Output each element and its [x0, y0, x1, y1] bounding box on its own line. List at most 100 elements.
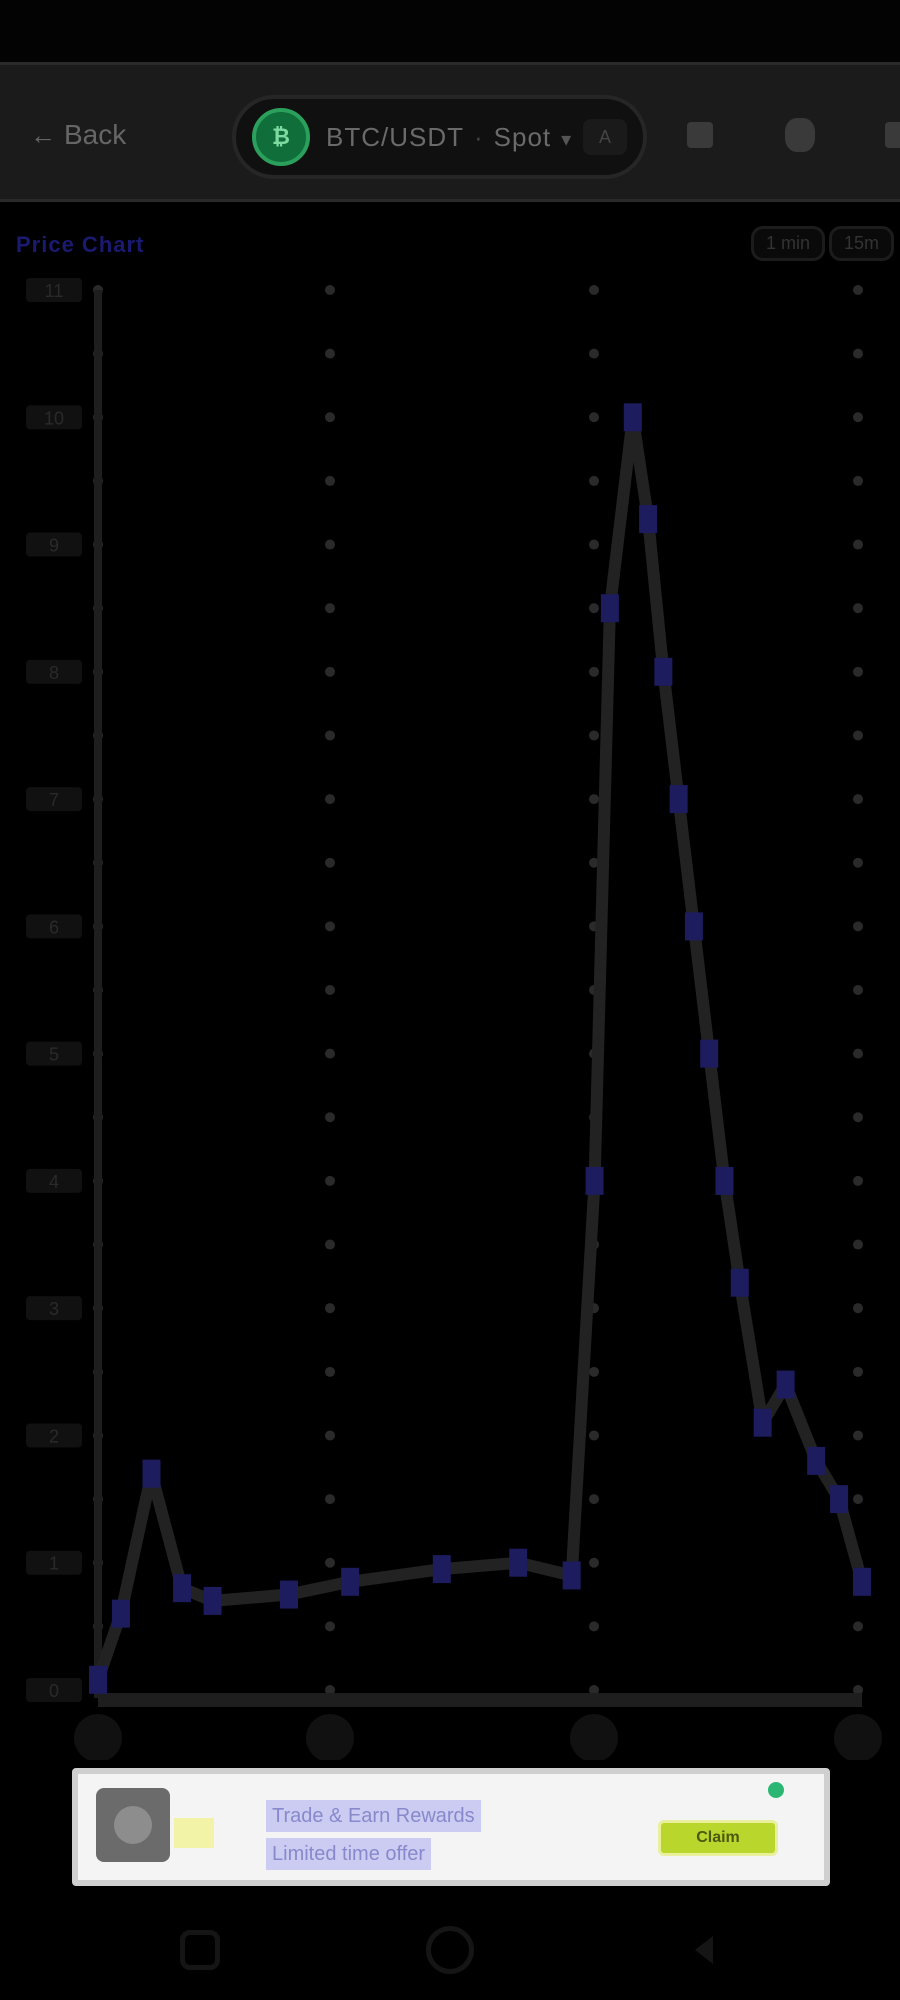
x-tick-marker: [570, 1714, 618, 1760]
data-point: [600, 594, 619, 623]
grid-dot: [853, 730, 863, 741]
data-point: [669, 785, 688, 814]
grid-dot: [325, 794, 335, 805]
grid-dot: [853, 1303, 863, 1314]
grid-dot: [325, 985, 335, 995]
data-point: [715, 1166, 734, 1195]
grid-dot: [853, 666, 863, 677]
data-point: [684, 912, 703, 941]
y-tick-label: 2: [49, 1426, 59, 1446]
promo-line-1: Trade & Earn Rewards: [266, 1800, 481, 1832]
grid-dot: [589, 1621, 599, 1632]
grid-dot: [325, 1048, 335, 1059]
x-tick-marker: [834, 1714, 882, 1760]
close-icon[interactable]: [768, 1782, 784, 1798]
data-point: [853, 1567, 871, 1596]
grid-dot: [325, 475, 335, 486]
grid-dot: [325, 921, 335, 932]
y-tick-label: 9: [49, 536, 59, 556]
price-chart[interactable]: 0 1 2 3 4 5 6 7 8 9 10 11: [0, 0, 900, 1760]
grid-dot: [853, 412, 863, 423]
grid-dot: [325, 1557, 335, 1568]
grid-dot: [853, 285, 863, 295]
data-point: [776, 1370, 795, 1399]
series-line: [92, 411, 868, 1686]
grid-dot: [853, 1239, 863, 1250]
y-tick-label: 7: [49, 790, 59, 810]
y-tick-label: 11: [45, 281, 64, 301]
data-point: [700, 1039, 719, 1068]
grid-dot: [853, 1621, 863, 1632]
data-point: [623, 403, 642, 432]
grid-dot: [325, 666, 335, 677]
x-tick-marker: [306, 1714, 354, 1760]
grid-dot: [853, 475, 863, 486]
grid-dot: [589, 412, 599, 423]
grid-dot: [325, 1175, 335, 1186]
grid-dot: [589, 539, 599, 550]
y-tick-label: 3: [49, 1299, 59, 1319]
grid-dot: [853, 539, 863, 550]
grid-dot: [853, 985, 863, 995]
data-point: [89, 1665, 107, 1694]
grid-dot: [325, 412, 335, 423]
promo-banner[interactable]: Trade & Earn Rewards Limited time offer …: [72, 1768, 830, 1886]
grid-dot: [853, 794, 863, 805]
grid-dot: [853, 348, 863, 359]
grid-dot: [325, 857, 335, 868]
back-icon[interactable]: [676, 1922, 732, 1978]
data-point: [341, 1567, 360, 1596]
data-point: [639, 505, 658, 534]
data-point: [280, 1580, 298, 1609]
y-tick-label: 1: [49, 1554, 59, 1574]
data-point: [753, 1408, 772, 1437]
data-point: [585, 1166, 604, 1195]
grid-dot: [325, 285, 335, 295]
grid-dot: [325, 730, 335, 741]
data-point: [830, 1485, 849, 1514]
grid-dot: [589, 1430, 599, 1441]
promo-line-2: Limited time offer: [266, 1838, 432, 1870]
grid-dot: [325, 1239, 335, 1250]
grid-dot: [325, 1430, 335, 1441]
grid-dot: [853, 1430, 863, 1441]
grid-dot: [589, 285, 599, 295]
grid-dot: [589, 475, 599, 486]
grid-dot: [589, 1494, 599, 1505]
grid-dot: [853, 1048, 863, 1059]
grid-dot: [853, 921, 863, 932]
grid-dot: [325, 1112, 335, 1123]
y-tick-label: 6: [49, 917, 59, 937]
home-icon[interactable]: [422, 1922, 478, 1978]
data-point: [654, 657, 673, 686]
x-tick-marker: [74, 1714, 122, 1760]
grid-dot: [325, 1303, 335, 1314]
data-point: [807, 1446, 826, 1475]
system-nav-bar: [0, 1900, 900, 2000]
promo-accent: [174, 1818, 214, 1848]
grid-dot: [589, 1366, 599, 1377]
grid-dot: [589, 730, 599, 741]
grid-dot: [589, 348, 599, 359]
promo-cta-button[interactable]: Claim: [658, 1820, 778, 1856]
grid-dot: [853, 1112, 863, 1123]
grid-dot: [853, 857, 863, 868]
grid-dot: [589, 603, 599, 614]
grid-dot: [853, 603, 863, 614]
y-tick-label: 0: [49, 1681, 59, 1701]
promo-image: [96, 1788, 170, 1862]
y-tick-label: 5: [49, 1045, 59, 1065]
data-point: [203, 1586, 222, 1615]
grid-dot: [325, 348, 335, 359]
data-point: [562, 1561, 581, 1590]
grid-dot: [325, 603, 335, 614]
grid-dot: [589, 794, 599, 805]
grid-dot: [853, 1175, 863, 1186]
data-point: [509, 1548, 528, 1577]
recent-apps-icon[interactable]: [172, 1922, 228, 1978]
grid-dot: [325, 1494, 335, 1505]
grid-dot: [589, 666, 599, 677]
y-tick-label: 4: [49, 1172, 59, 1192]
data-point: [173, 1574, 192, 1603]
grid-dot: [325, 539, 335, 550]
